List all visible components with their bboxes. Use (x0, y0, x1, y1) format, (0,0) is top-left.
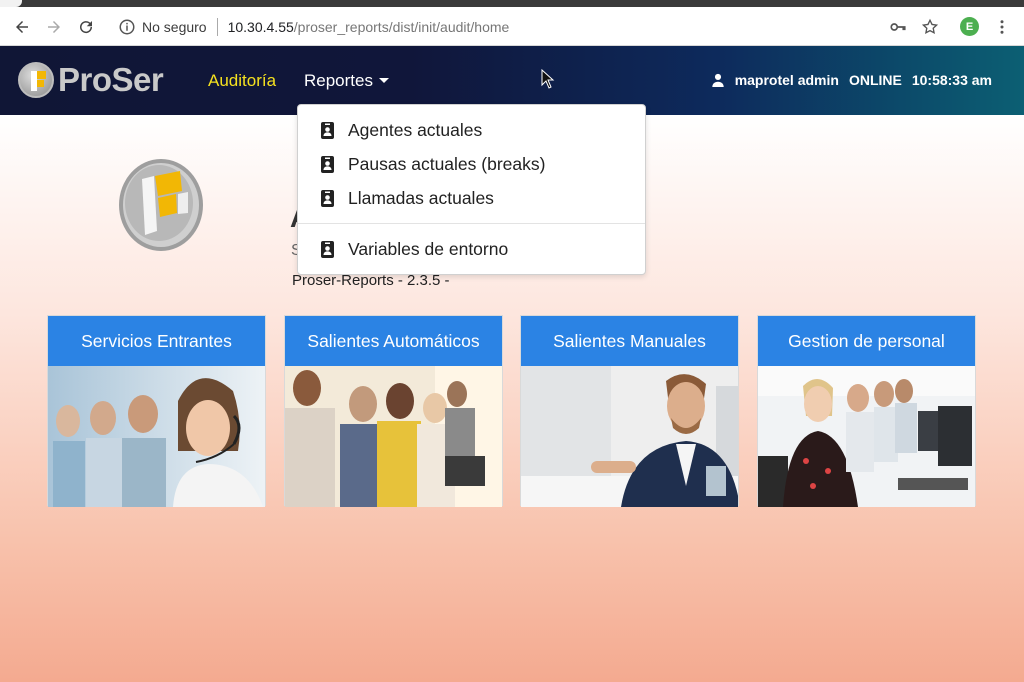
card-title[interactable]: Gestion de personal (758, 316, 975, 366)
info-icon[interactable] (118, 18, 136, 36)
browser-toolbar: No seguro 10.30.4.55/proser_reports/dist… (0, 7, 1024, 46)
card-gestion-de-personal[interactable]: Gestion de personal (757, 315, 976, 507)
call-center-photo[interactable] (521, 366, 738, 507)
key-icon[interactable] (886, 15, 910, 39)
proser-logo-icon (18, 62, 54, 98)
dropdown-item-label: Llamadas actuales (348, 187, 494, 208)
user-status-area: maprotel admin ONLINE 10:58:33 am (711, 72, 992, 88)
clock-time: 10:58:33 am (911, 72, 992, 88)
call-center-photo[interactable] (285, 366, 502, 507)
dropdown-item-agentes-actuales[interactable]: Agentes actuales (298, 114, 647, 146)
person-badge-icon (321, 155, 334, 173)
call-center-photo[interactable] (48, 366, 265, 507)
card-title[interactable]: Servicios Entrantes (48, 316, 265, 366)
caret-down-icon (378, 78, 389, 83)
nav-reportes-dropdown[interactable]: Reportes (304, 71, 389, 91)
person-badge-icon (321, 121, 334, 139)
kebab-menu-icon[interactable] (990, 15, 1014, 39)
person-badge-icon (321, 189, 334, 207)
security-label[interactable]: No seguro (142, 19, 207, 35)
profile-avatar[interactable]: E (960, 17, 979, 36)
browser-tab-strip (0, 0, 1024, 7)
user-name: maprotel admin (734, 72, 839, 88)
dropdown-item-label: Pausas actuales (breaks) (348, 153, 546, 174)
card-salientes-automaticos[interactable]: Salientes Automáticos (284, 315, 503, 507)
url-host: 10.30.4.55 (227, 18, 294, 35)
card-servicios-entrantes[interactable]: Servicios Entrantes (47, 315, 266, 507)
card-salientes-manuales[interactable]: Salientes Manuales (520, 315, 739, 507)
reportes-dropdown-menu: Agentes actuales Pausas actuales (breaks… (297, 104, 646, 275)
omnibox-separator (216, 17, 218, 36)
dropdown-item-label: Variables de entorno (348, 238, 509, 259)
dropdown-divider (298, 223, 645, 224)
back-arrow-icon[interactable] (10, 15, 34, 39)
dropdown-item-variables-de-entorno[interactable]: Variables de entorno (298, 233, 647, 265)
reload-icon[interactable] (74, 15, 98, 39)
online-status: ONLINE (848, 72, 902, 88)
tab-strip-background (0, 0, 1024, 7)
person-badge-icon (321, 240, 334, 258)
address-bar[interactable]: No seguro 10.30.4.55/proser_reports/dist… (110, 11, 890, 42)
dropdown-item-pausas-actuales[interactable]: Pausas actuales (breaks) (298, 148, 647, 180)
card-title[interactable]: Salientes Automáticos (285, 316, 502, 366)
user-icon (712, 73, 724, 87)
forward-arrow-icon[interactable] (42, 15, 66, 39)
proser-emblem-icon (119, 159, 203, 251)
nav-auditoria[interactable]: Auditoría (208, 71, 276, 91)
mouse-cursor-icon (541, 69, 555, 89)
card-title[interactable]: Salientes Manuales (521, 316, 738, 366)
brand-name: ProSer (58, 61, 164, 98)
dropdown-item-llamadas-actuales[interactable]: Llamadas actuales (298, 182, 647, 214)
bookmark-star-icon[interactable] (918, 15, 942, 39)
url-path: /proser_reports/dist/init/audit/home (293, 18, 510, 35)
active-tab-edge[interactable] (0, 0, 22, 7)
dropdown-item-label: Agentes actuales (348, 119, 483, 140)
nav-reportes-label: Reportes (304, 71, 373, 90)
call-center-photo[interactable] (758, 366, 975, 507)
brand-logo[interactable]: ProSer (18, 60, 164, 100)
